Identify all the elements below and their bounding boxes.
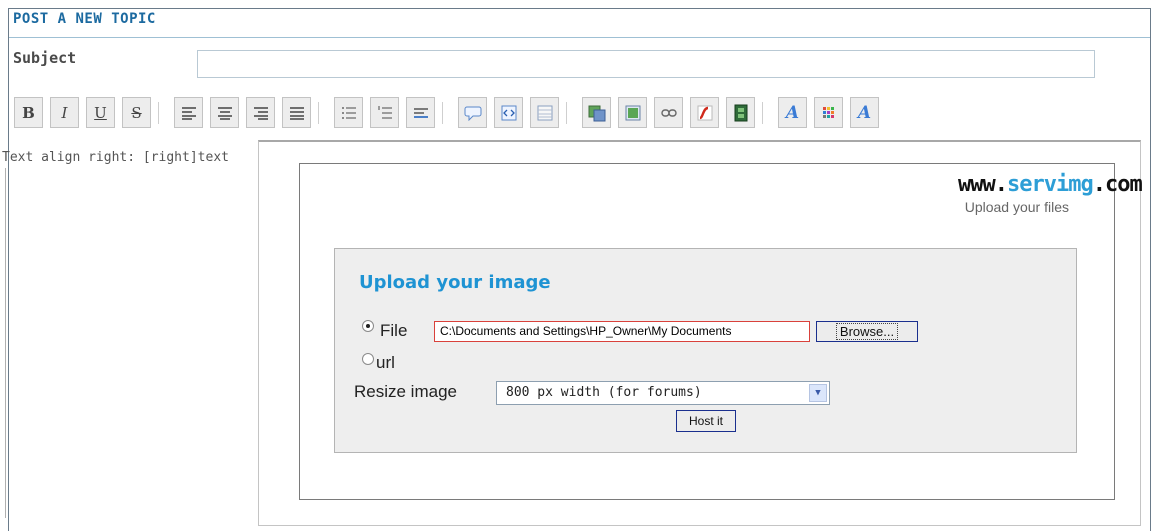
align-left-icon — [181, 106, 196, 120]
bullet-list-button[interactable] — [334, 97, 363, 128]
strikethrough-icon: S — [131, 103, 142, 122]
flash-icon — [697, 105, 712, 120]
file-path-input[interactable]: C:\Documents and Settings\HP_Owner\My Do… — [434, 321, 810, 342]
code-icon — [501, 105, 516, 120]
font-color-icon — [822, 106, 834, 118]
logo-prefix: www. — [958, 172, 1008, 197]
servimg-logo: www.servimg.com — [958, 172, 1143, 197]
horizontal-rule-button[interactable] — [406, 97, 435, 128]
browse-label: Browse... — [835, 323, 899, 340]
flash-button[interactable] — [690, 97, 719, 128]
video-button[interactable] — [726, 97, 755, 128]
bullet-list-icon — [341, 106, 356, 119]
bold-button[interactable]: B — [14, 97, 43, 128]
quote-icon — [464, 106, 481, 121]
file-label: File — [380, 321, 408, 340]
font-face-icon: A — [857, 102, 872, 123]
numbered-list-button[interactable] — [370, 97, 399, 128]
underline-button[interactable]: U — [86, 97, 115, 128]
host-image-button[interactable] — [582, 97, 611, 128]
host-it-label: Host it — [688, 414, 723, 428]
host-image-icon — [588, 105, 605, 121]
logo-name: servimg — [1006, 172, 1094, 197]
logo-tagline: Upload your files — [964, 199, 1069, 215]
font-color-button[interactable] — [814, 97, 843, 128]
url-label: url — [376, 353, 395, 372]
resize-select[interactable]: 800 px width (for forums) ▼ — [496, 381, 830, 405]
editor-toolbar: B I U S A A — [4, 97, 1139, 133]
link-icon — [660, 108, 677, 117]
toolbar-divider — [762, 102, 763, 124]
host-it-button[interactable]: Host it — [676, 410, 736, 432]
page-title: POST A NEW TOPIC — [13, 11, 156, 27]
align-center-icon — [217, 106, 232, 120]
url-radio[interactable] — [362, 353, 374, 365]
video-icon — [734, 104, 747, 121]
justify-button[interactable] — [282, 97, 311, 128]
bold-icon: B — [22, 103, 35, 122]
table-icon — [537, 105, 552, 120]
toolbar-divider — [158, 102, 159, 124]
subject-label: Subject — [13, 49, 77, 67]
italic-button[interactable]: I — [50, 97, 79, 128]
link-button[interactable] — [654, 97, 683, 128]
format-hint: Text align right: [right]text — [2, 150, 229, 165]
topic-header: POST A NEW TOPIC — [9, 9, 1150, 38]
image-button[interactable] — [618, 97, 647, 128]
logo-suffix: .com — [1092, 172, 1143, 197]
align-left-button[interactable] — [174, 97, 203, 128]
toolbar-divider — [442, 102, 443, 124]
font-size-button[interactable]: A — [778, 97, 807, 128]
align-center-button[interactable] — [210, 97, 239, 128]
table-button[interactable] — [530, 97, 559, 128]
italic-icon: I — [61, 103, 68, 122]
toolbar-divider — [566, 102, 567, 124]
resize-label: Resize image — [354, 382, 457, 401]
code-button[interactable] — [494, 97, 523, 128]
align-right-button[interactable] — [246, 97, 275, 128]
font-size-icon: A — [785, 102, 800, 123]
horizontal-rule-icon — [413, 107, 428, 118]
justify-icon — [289, 106, 304, 120]
quote-button[interactable] — [458, 97, 487, 128]
subject-input[interactable] — [197, 50, 1095, 78]
browse-button[interactable]: Browse... — [816, 321, 918, 342]
toolbar-divider — [318, 102, 319, 124]
file-radio[interactable] — [362, 320, 374, 332]
image-icon — [625, 105, 640, 120]
chevron-down-icon[interactable]: ▼ — [809, 384, 827, 402]
resize-selected-value: 800 px width (for forums) — [506, 385, 702, 400]
message-textarea[interactable] — [5, 168, 6, 518]
numbered-list-icon — [377, 105, 392, 119]
upload-title: Upload your image — [359, 272, 551, 293]
underline-icon: U — [94, 103, 107, 122]
font-face-button[interactable]: A — [850, 97, 879, 128]
strikethrough-button[interactable]: S — [122, 97, 151, 128]
align-right-icon — [253, 106, 268, 120]
